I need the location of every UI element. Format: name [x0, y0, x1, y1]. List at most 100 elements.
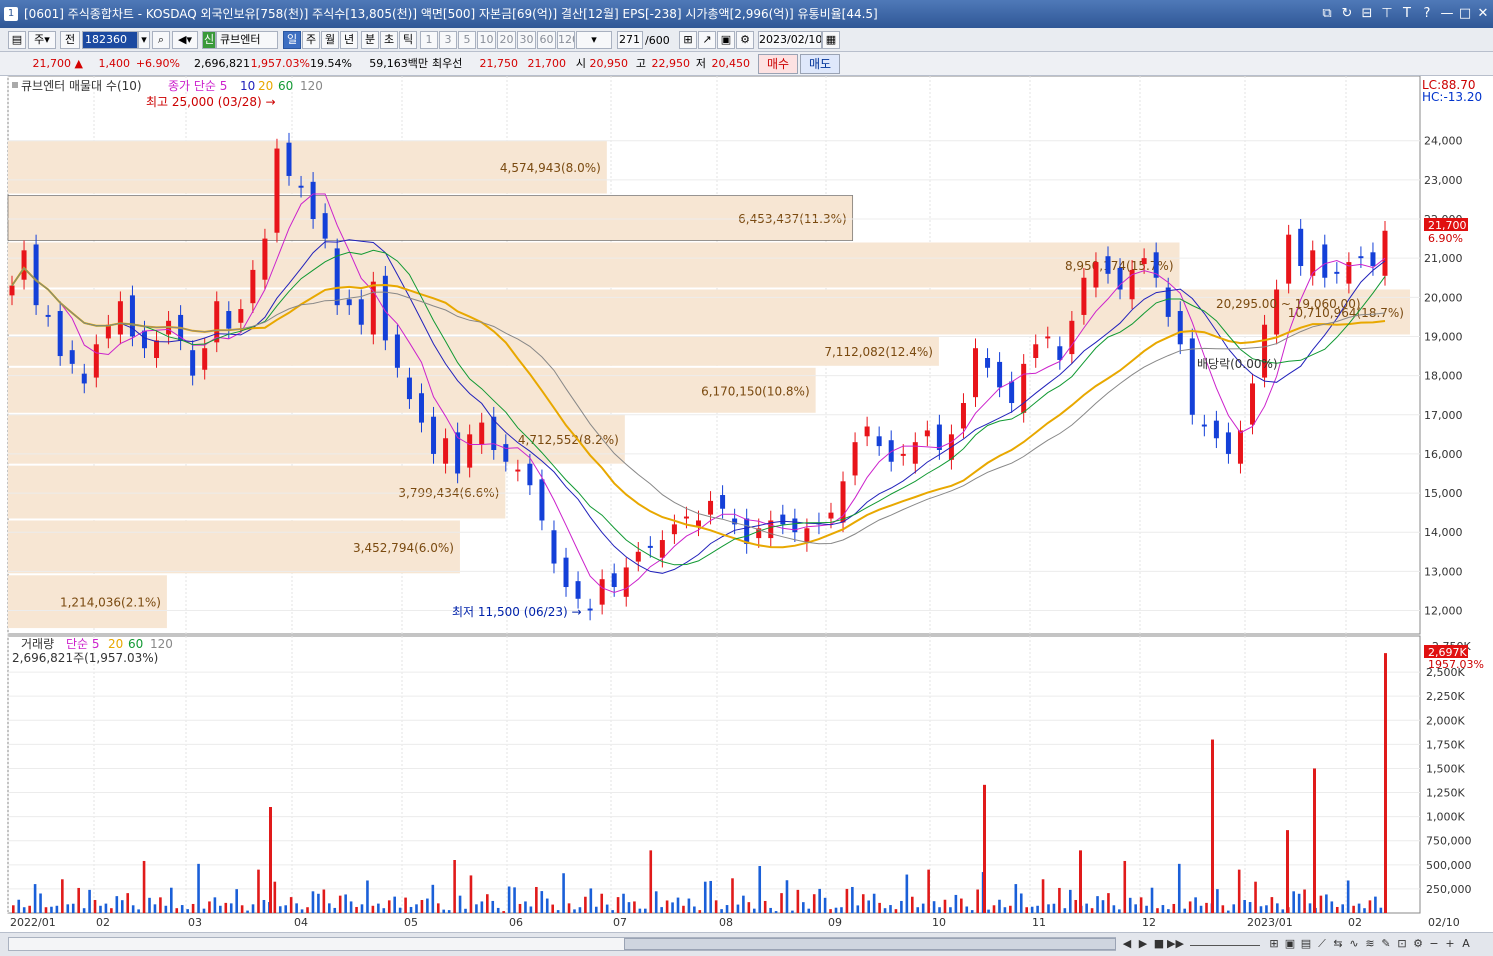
period-minute[interactable]: 분	[361, 31, 379, 49]
minute-1[interactable]: 1	[420, 31, 438, 49]
custom-period-select[interactable]: ▾	[576, 31, 612, 49]
market-select[interactable]: 전	[60, 31, 80, 49]
candle-body	[587, 608, 593, 611]
volume-bar	[900, 900, 903, 913]
type-select[interactable]: 주▾	[28, 31, 56, 49]
zoom-out-icon[interactable]: −	[1426, 936, 1442, 952]
gear-icon[interactable]: ⚙	[736, 31, 754, 49]
volume-value: 2,696,821	[194, 57, 250, 70]
volume-bar	[774, 911, 778, 913]
volume-bar	[186, 909, 189, 913]
period-week[interactable]: 주	[302, 31, 320, 49]
volume-bar	[938, 907, 941, 913]
text-icon[interactable]: T	[1398, 0, 1416, 28]
play-icon[interactable]: ▶	[1135, 936, 1151, 952]
minute-10[interactable]: 10	[477, 31, 496, 49]
fast-forward-icon[interactable]: ▶▶	[1167, 936, 1184, 952]
candle-body	[21, 250, 27, 280]
minute-3[interactable]: 3	[439, 31, 457, 49]
period-day[interactable]: 일	[283, 31, 301, 49]
volume-bar	[573, 909, 576, 913]
price-change: 1,400	[98, 57, 131, 70]
candle-body	[117, 301, 123, 335]
volume-bar	[872, 893, 876, 913]
link-icon[interactable]: ⊟	[1358, 0, 1376, 28]
buy-button[interactable]: 매수	[758, 54, 798, 74]
indicator-icon[interactable]: ⊞	[679, 31, 697, 49]
volume-bar	[660, 907, 663, 913]
price-tick-label: 21,000	[1424, 252, 1463, 265]
volume-bar	[1139, 897, 1143, 913]
period-second[interactable]: 초	[380, 31, 398, 49]
candle-body	[744, 518, 750, 544]
zoom-icon[interactable]: ⊞	[1266, 936, 1282, 952]
maximize-icon[interactable]: □	[1456, 0, 1474, 28]
chart-area[interactable]: 1,214,036(2.1%) 3,452,794(6.0%) 3,799,434(…	[0, 75, 1493, 932]
font-icon[interactable]: A	[1458, 936, 1474, 952]
volume-bar	[927, 869, 930, 913]
minimize-icon[interactable]: —	[1438, 0, 1456, 28]
minute-20[interactable]: 20	[497, 31, 516, 49]
stock-code-input[interactable]: 182360	[82, 31, 138, 49]
horizontal-scrollbar[interactable]	[8, 937, 1116, 951]
candle-body	[129, 295, 135, 337]
volume-bar	[818, 888, 821, 913]
minute-120[interactable]: 120	[557, 31, 575, 49]
volume-profile-label: 1,214,036(2.1%)	[60, 596, 161, 610]
volume-ma-period: 120	[150, 637, 173, 651]
volume-bar	[1063, 908, 1067, 913]
volume-pct: 1,957.03%	[250, 57, 310, 70]
fibo-icon[interactable]: ≋	[1362, 936, 1378, 952]
x-axis-label: 02/10	[1428, 916, 1460, 929]
zoom-slider[interactable]	[1190, 936, 1260, 946]
volume-bar	[987, 909, 990, 913]
window-tile-icon[interactable]: ⧉	[1318, 0, 1336, 28]
settings-small-icon[interactable]: ⚙	[1410, 936, 1426, 952]
search-icon[interactable]: ⌕	[152, 31, 170, 49]
trend-icon[interactable]: ↗	[698, 31, 716, 49]
volume-bar	[1232, 904, 1236, 913]
candle-body	[274, 148, 280, 233]
count-input[interactable]: 271	[617, 31, 643, 49]
calendar-icon[interactable]: ▦	[822, 31, 840, 49]
period-year[interactable]: 년	[340, 31, 358, 49]
sell-button[interactable]: 매도	[800, 54, 840, 74]
stock-chart[interactable]: 1,214,036(2.1%)3,452,794(6.0%)3,799,434(…	[0, 75, 1493, 932]
volume-bar	[99, 905, 102, 913]
chart-settings-icon[interactable]: ▤	[8, 31, 26, 49]
scroll-thumb[interactable]	[624, 938, 1116, 950]
minute-60[interactable]: 60	[537, 31, 556, 49]
volume-bar	[453, 860, 456, 913]
refresh-icon[interactable]: ↻	[1338, 0, 1356, 28]
draw-icon[interactable]: ✎	[1378, 936, 1394, 952]
help-icon[interactable]: ?	[1418, 0, 1436, 28]
high-annotation: 최고 25,000 (03/28) →	[146, 95, 276, 109]
pin-icon[interactable]: ⊤	[1378, 0, 1396, 28]
code-dropdown-icon[interactable]: ▾	[138, 31, 150, 49]
price-tick-label: 13,000	[1424, 565, 1463, 578]
line-tool-icon[interactable]: ⟋	[1314, 936, 1330, 952]
layout-icon[interactable]: ▣	[1282, 936, 1298, 952]
zoom-in-icon[interactable]: +	[1442, 936, 1458, 952]
period-tick[interactable]: 틱	[399, 31, 417, 49]
price-change-pct: +6.90%	[135, 57, 180, 70]
grid-icon[interactable]: ⊡	[1394, 936, 1410, 952]
date-input[interactable]: 2023/02/10	[758, 31, 822, 49]
wave-icon[interactable]: ∿	[1346, 936, 1362, 952]
save-icon[interactable]: ▣	[717, 31, 735, 49]
panel-icon[interactable]: ▤	[1298, 936, 1314, 952]
volume-bar	[1308, 903, 1312, 913]
minute-5[interactable]: 5	[458, 31, 476, 49]
volume-bar	[529, 906, 533, 913]
close-icon[interactable]: ✕	[1474, 0, 1492, 28]
volume-bar	[567, 903, 571, 913]
scroll-left-icon[interactable]: ◀	[1119, 936, 1135, 952]
period-month[interactable]: 월	[321, 31, 339, 49]
speaker-icon[interactable]: ◀▾	[172, 31, 198, 49]
stop-icon[interactable]: ■	[1151, 936, 1167, 952]
volume-bar	[769, 907, 772, 913]
compare-icon[interactable]: ⇆	[1330, 936, 1346, 952]
minute-30[interactable]: 30	[517, 31, 536, 49]
candle-body	[1250, 383, 1256, 425]
volume-bar	[649, 850, 653, 913]
